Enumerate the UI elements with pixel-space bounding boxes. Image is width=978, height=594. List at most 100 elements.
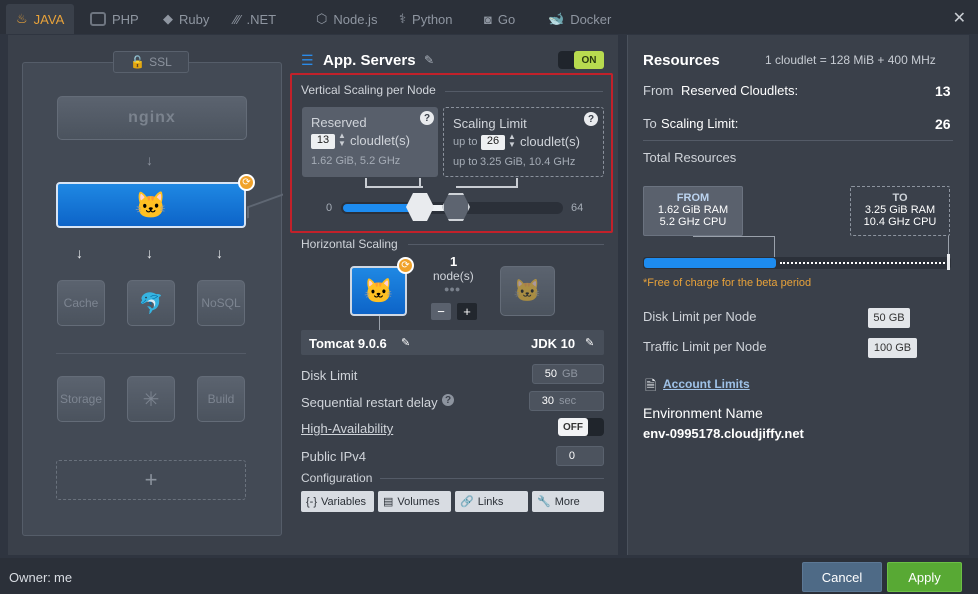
limit-info: 3.25 GiB, 10.4 GHz — [480, 156, 576, 168]
help-icon[interactable]: ? — [420, 111, 434, 125]
help-icon[interactable]: ? — [442, 394, 454, 406]
ha-toggle[interactable]: OFF — [558, 418, 604, 436]
nosql-node[interactable]: NoSQL — [197, 280, 245, 326]
env-name-value[interactable]: env-0995178.cloudjiffy.net — [643, 426, 804, 441]
reserved-input[interactable]: 13 — [311, 134, 335, 149]
cache-node[interactable]: Cache — [57, 280, 105, 326]
node-count: 1 — [450, 254, 458, 269]
more-button[interactable]: 🔧 More — [532, 491, 604, 512]
edit-icon[interactable]: ✎ — [401, 336, 410, 349]
divider — [643, 140, 953, 141]
section-title: App. Servers — [323, 52, 416, 69]
connector — [379, 316, 380, 330]
ipv4-input[interactable]: 0 — [556, 446, 604, 466]
server-list-icon: ☰ — [301, 52, 314, 68]
arrow-down-icon: ↓ — [216, 245, 223, 261]
configuration-label: Configuration — [301, 471, 373, 485]
vertical-scaling-label: Vertical Scaling per Node — [301, 83, 436, 97]
connector — [456, 186, 518, 188]
tab-java[interactable]: ♨ JAVA — [6, 4, 75, 34]
ha-link[interactable]: High-Availability — [301, 421, 393, 436]
env-name-label: Environment Name — [643, 405, 763, 421]
tab-python[interactable]: ⚕ Python — [399, 4, 453, 34]
stepper-icon[interactable]: ▲ ▼ — [338, 132, 346, 148]
arrow-down-icon: ↓ — [146, 152, 153, 168]
total-resources-label: Total Resources — [643, 150, 737, 165]
volumes-icon: ▤ — [383, 496, 394, 508]
add-node-placeholder[interactable]: 🐱 — [500, 266, 555, 316]
app-node-icon-button[interactable]: 🐱 — [350, 266, 407, 316]
close-icon[interactable]: ✕ — [953, 8, 966, 28]
slider-min: 0 — [326, 202, 333, 214]
tomcat-icon: 🐱 — [513, 278, 542, 303]
account-limits-link[interactable]: Account Limits — [663, 377, 750, 391]
limit-info-prefix: up to — [453, 156, 478, 168]
horizontal-scaling-label: Horizontal Scaling — [301, 237, 398, 251]
engine-tabs: ♨ JAVA PHP ◆ Ruby ∕∕∕ .NET ⬡ Node.js ⚕ Python… — [0, 0, 978, 34]
disk-limit-input[interactable]: 50 GB — [532, 364, 604, 384]
tab-docker[interactable]: 🐋 Docker — [548, 4, 611, 34]
free-note: *Free of charge for the beta period — [643, 277, 812, 289]
dotnet-icon: ∕∕∕ — [234, 11, 241, 27]
help-icon[interactable]: ? — [584, 112, 598, 126]
reserved-info: 1.62 GiB, 5.2 GHz — [311, 155, 401, 167]
document-icon: 🗎 — [645, 377, 657, 393]
variables-button[interactable]: {-} Variables — [301, 491, 374, 512]
vds-node[interactable]: ✳ — [127, 376, 175, 422]
tab-ruby[interactable]: ◆ Ruby — [163, 4, 209, 34]
sql-node[interactable]: 🐬 — [127, 280, 175, 326]
edit-icon[interactable]: ✎ — [585, 336, 594, 349]
traffic-per-node-value: 100 GB — [868, 338, 917, 358]
ipv4-label: Public IPv4 — [301, 449, 367, 464]
divider — [408, 244, 604, 245]
add-node-button[interactable]: + — [56, 460, 246, 500]
autoscale-icon: ⟳ — [397, 257, 414, 274]
dots-indicator: ●●● — [444, 284, 461, 294]
balancer-node[interactable]: nginx — [57, 96, 247, 140]
build-node[interactable]: Build — [197, 376, 245, 422]
resources-panel — [627, 35, 969, 555]
server-version[interactable]: Tomcat 9.0.6 — [309, 336, 387, 351]
nodes-label: node(s) — [433, 269, 474, 283]
tab-go[interactable]: ◙ Go — [484, 4, 515, 34]
minus-button[interactable]: − — [431, 303, 451, 320]
app-server-node[interactable]: 🐱 — [56, 182, 246, 228]
nodejs-icon: ⬡ — [316, 11, 328, 26]
plus-button[interactable]: + — [457, 303, 477, 320]
limit-marker — [947, 254, 950, 270]
owner-value: me — [54, 570, 73, 585]
tomcat-icon: 🐱 — [363, 277, 394, 305]
volumes-button[interactable]: ▤ Volumes — [378, 491, 451, 512]
servers-toggle[interactable]: ON — [558, 51, 604, 69]
arrow-down-icon: ↓ — [76, 245, 83, 261]
to-prefix: To — [643, 116, 657, 131]
tab-nodejs[interactable]: ⬡ Node.js — [316, 4, 377, 34]
edit-icon[interactable]: ✎ — [424, 53, 434, 67]
tab-php[interactable]: PHP — [90, 4, 139, 34]
cloudlets-label: cloudlet(s) — [520, 134, 580, 149]
tab-dotnet[interactable]: ∕∕∕ .NET — [234, 4, 276, 34]
vds-icon: ✳ — [142, 388, 160, 411]
connector — [516, 178, 518, 188]
ssl-toggle[interactable]: 🔓 SSL — [113, 51, 189, 73]
python-icon: ⚕ — [399, 11, 407, 26]
jdk-version[interactable]: JDK 10 — [531, 336, 575, 351]
lock-icon: 🔓 — [130, 55, 146, 69]
variables-icon: {-} — [306, 495, 318, 508]
apply-button[interactable]: Apply — [887, 562, 962, 592]
cloudlet-note: 1 cloudlet = 128 MiB + 400 MHz — [765, 53, 936, 67]
limit-input[interactable]: 26 — [481, 135, 505, 150]
link-icon: 🔗 — [460, 496, 474, 508]
slider-max: 64 — [571, 202, 584, 214]
restart-delay-input[interactable]: 30 sec — [529, 391, 604, 411]
restart-delay-label: Sequential restart delay — [301, 395, 438, 410]
cancel-button[interactable]: Cancel — [802, 562, 882, 592]
owner-label: Owner: — [9, 570, 51, 585]
links-button[interactable]: 🔗 Links — [455, 491, 528, 512]
connector — [693, 236, 775, 258]
reserved-bar-fill — [644, 258, 776, 268]
from-box: FROM 1.62 GiB RAM 5.2 GHz CPU — [643, 186, 743, 236]
disk-limit-label: Disk Limit — [301, 368, 358, 383]
stepper-icon[interactable]: ▲ ▼ — [508, 133, 516, 149]
storage-node[interactable]: Storage — [57, 376, 105, 422]
